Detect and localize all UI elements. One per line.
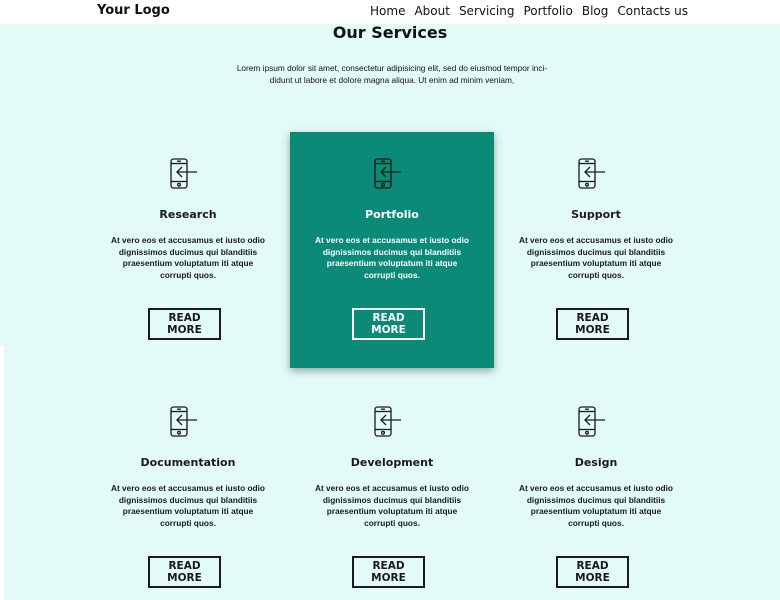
card-title: Documentation — [140, 456, 236, 469]
card-text: At vero eos et accusamus et iusto odio d… — [111, 483, 265, 528]
nav-about[interactable]: About — [414, 4, 449, 18]
read-more-button[interactable]: READ MORE — [352, 308, 425, 340]
nav-home[interactable]: Home — [370, 4, 405, 18]
read-more-button[interactable]: READ MORE — [556, 308, 629, 340]
card-text: At vero eos et accusamus et iusto odio d… — [315, 483, 469, 528]
card-title: Portfolio — [365, 208, 419, 221]
service-card-documentation: Documentation At vero eos et accusamus e… — [86, 380, 290, 600]
main-nav: Home About Servicing Portfolio Blog Cont… — [370, 4, 688, 18]
card-title: Support — [571, 208, 621, 221]
logo[interactable]: Your Logo — [97, 3, 170, 18]
service-card-portfolio: Portfolio At vero eos et accusamus et iu… — [290, 132, 494, 368]
mobile-login-icon — [370, 404, 406, 440]
card-text: At vero eos et accusamus et iusto odio d… — [315, 235, 469, 280]
mobile-login-icon — [166, 404, 202, 440]
nav-servicing[interactable]: Servicing — [459, 4, 515, 18]
section-subtitle: Lorem ipsum dolor sit amet, consectetur … — [236, 63, 548, 85]
card-title: Design — [574, 456, 618, 469]
card-text: At vero eos et accusamus et iusto odio d… — [519, 483, 673, 528]
card-text: At vero eos et accusamus et iusto odio d… — [111, 235, 265, 280]
read-more-button[interactable]: READ MORE — [352, 556, 425, 588]
service-card-design: Design At vero eos et accusamus et iusto… — [494, 380, 698, 600]
service-card-research: Research At vero eos et accusamus et ius… — [86, 132, 290, 368]
nav-contacts[interactable]: Contacts us — [617, 4, 688, 18]
mobile-login-icon — [574, 156, 610, 192]
read-more-button[interactable]: READ MORE — [148, 556, 221, 588]
mobile-login-icon — [166, 156, 202, 192]
mobile-login-icon — [574, 404, 610, 440]
service-card-development: Development At vero eos et accusamus et … — [290, 380, 494, 600]
nav-blog[interactable]: Blog — [582, 4, 609, 18]
mobile-login-icon — [370, 156, 406, 192]
service-card-support: Support At vero eos et accusamus et iust… — [494, 132, 698, 368]
read-more-button[interactable]: READ MORE — [556, 556, 629, 588]
nav-portfolio[interactable]: Portfolio — [523, 4, 572, 18]
card-text: At vero eos et accusamus et iusto odio d… — [519, 235, 673, 280]
card-title: Development — [350, 456, 434, 469]
card-title: Research — [159, 208, 217, 221]
section-title: Our Services — [332, 23, 448, 42]
navbar: Your Logo Home About Servicing Portfolio… — [0, 0, 780, 24]
background-edge — [0, 345, 4, 600]
read-more-button[interactable]: READ MORE — [148, 308, 221, 340]
